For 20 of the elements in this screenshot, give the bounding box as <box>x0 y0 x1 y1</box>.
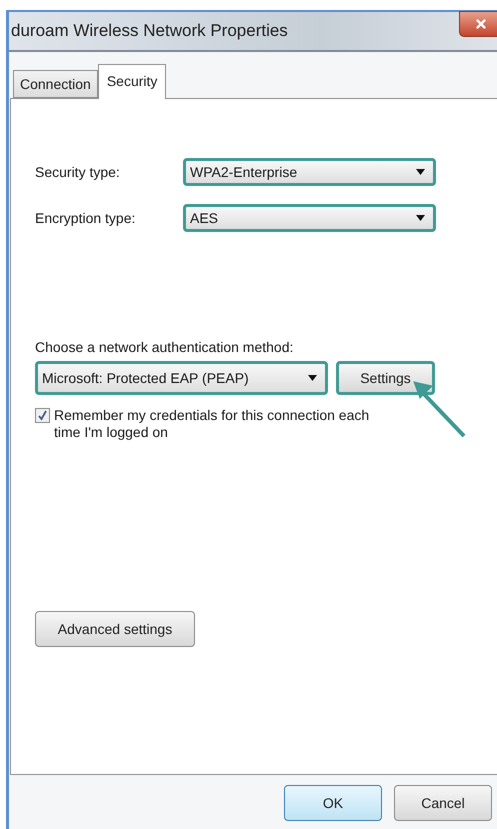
cancel-button[interactable]: Cancel <box>394 785 492 821</box>
ok-button[interactable]: OK <box>284 785 382 821</box>
tab[interactable]: Security <box>98 64 166 99</box>
window-title: duroam Wireless Network Properties <box>10 21 288 41</box>
caret-icon <box>416 215 425 221</box>
dropdown[interactable]: Microsoft: Protected EAP (PEAP) <box>35 361 328 395</box>
field-label: Choose a network authentication method: <box>35 339 294 355</box>
dropdown[interactable]: WPA2-Enterprise <box>183 158 436 186</box>
pointer-arrow <box>413 381 466 438</box>
dropdown[interactable]: AES <box>183 204 436 232</box>
checkbox[interactable] <box>35 408 50 423</box>
tab[interactable]: Connection <box>13 70 98 98</box>
caret-icon <box>416 169 425 175</box>
settings-button[interactable]: Settings <box>336 361 435 395</box>
field-label: Security type: <box>35 164 121 180</box>
caret-icon <box>308 375 317 381</box>
checkbox-label: Remember my credentials for this connection each time I'm logged on <box>54 407 370 441</box>
close-icon <box>474 17 488 31</box>
field-label: Encryption type: <box>35 210 136 226</box>
advanced-settings-button[interactable]: Advanced settings <box>35 611 195 647</box>
